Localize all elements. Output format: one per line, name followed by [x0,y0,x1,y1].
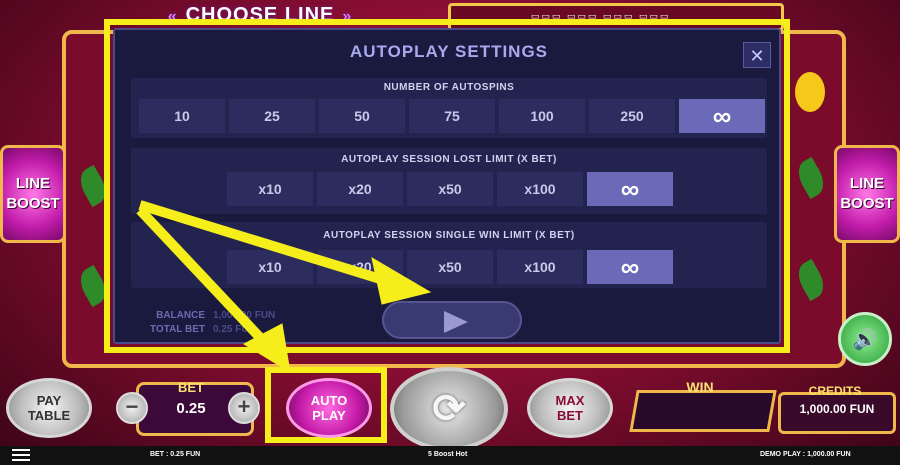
arrow-to-play-head [371,256,432,305]
speaker-icon: 🔊 [852,328,878,351]
autoplay-button[interactable]: AUTO PLAY [286,378,372,438]
max-bet-label-2: BET [556,408,583,423]
bet-increase-button[interactable]: + [228,392,260,424]
sound-button[interactable]: 🔊 [838,312,892,366]
win-label: WIN [686,379,714,395]
autoplay-label-2: PLAY [312,408,346,423]
bet-label: BET [178,380,204,395]
menu-icon[interactable] [12,449,30,461]
pay-table-label-1: PAY [36,393,62,408]
spin-button[interactable]: ⟳ [390,367,508,451]
credits-label: CREDITS [808,384,862,398]
pay-table-label-2: TABLE [27,408,71,423]
spin-arrows-icon: ⟳ [432,387,466,431]
bet-value: 0.25 [176,400,206,417]
max-bet-button[interactable]: MAX BET [527,378,613,438]
status-bet: BET : 0.25 FUN [150,451,201,458]
status-bar: BET : 0.25 FUN 5 Boost Hot DEMO PLAY : 1… [0,446,900,465]
max-bet-label-1: MAX [555,393,585,408]
credits-value: 1,000.00 FUN [799,402,875,416]
pay-table-button[interactable]: PAY TABLE [6,378,92,438]
bet-decrease-button[interactable]: − [116,392,148,424]
status-game-name: 5 Boost Hot [428,451,468,458]
status-demo-balance: DEMO PLAY : 1,000.00 FUN [760,451,851,458]
arrow-to-autoplay-line [136,206,272,350]
win-box [629,390,777,432]
autoplay-label-1: AUTO [310,393,348,408]
